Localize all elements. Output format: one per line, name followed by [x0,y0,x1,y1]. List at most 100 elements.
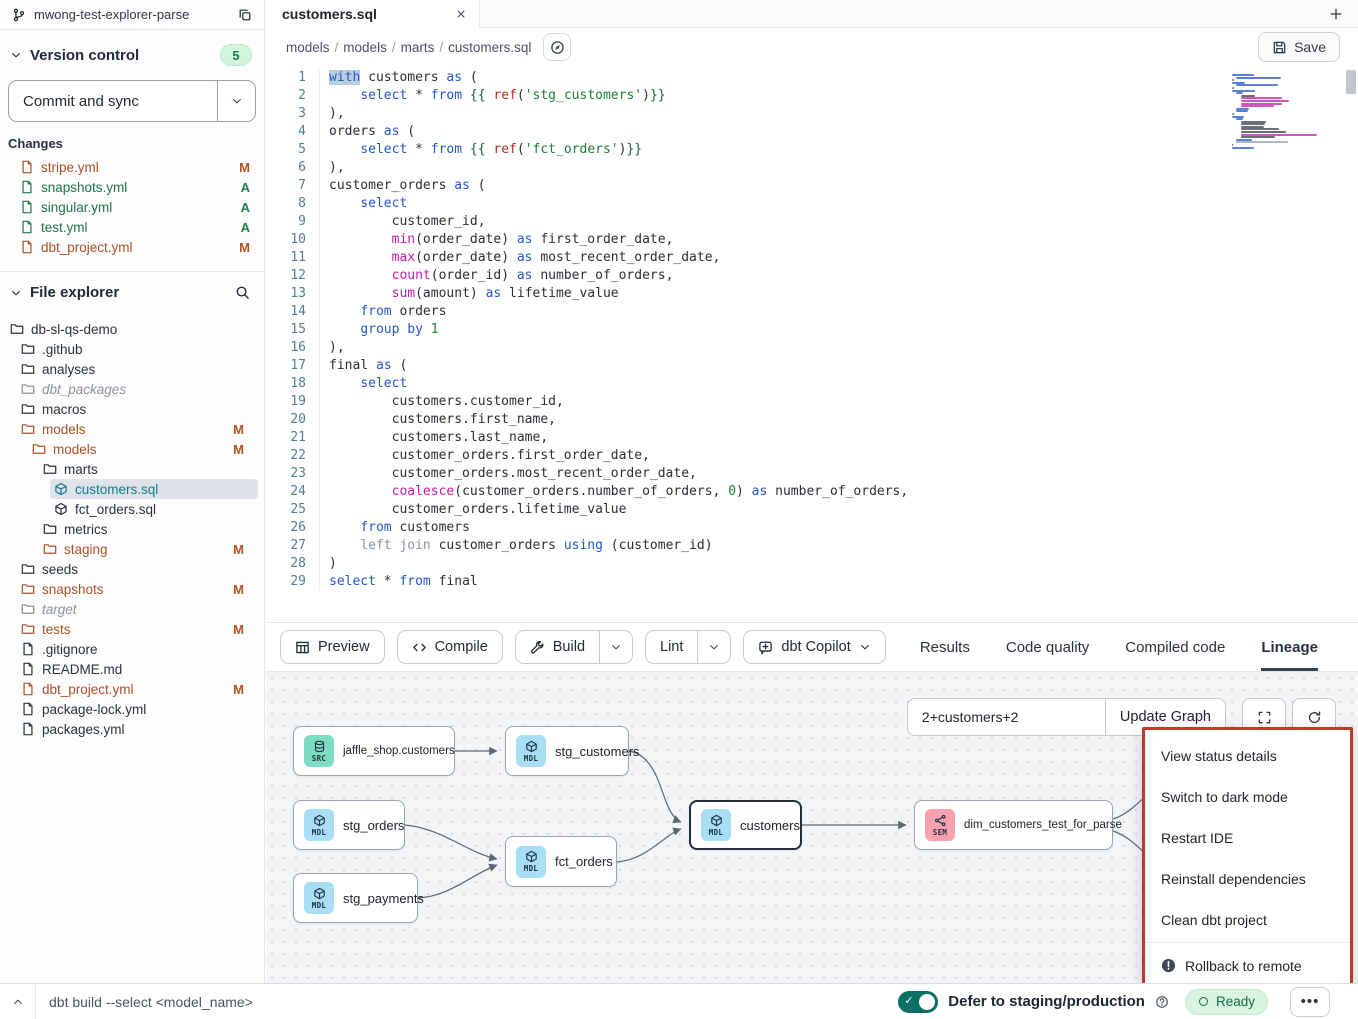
changed-file-row[interactable]: test.yml A [0,217,264,237]
panel-tab-compiled-code[interactable]: Compiled code [1125,623,1225,671]
change-status-badge: A [241,220,250,235]
line-number: 21 [266,429,306,447]
lineage-search-input[interactable] [907,698,1105,736]
expand-command-bar-button[interactable] [0,984,36,1019]
compile-button[interactable]: Compile [397,630,503,664]
tree-item-staging[interactable]: stagingM [39,539,258,559]
tree-item-macros[interactable]: macros [17,399,258,419]
code-editor[interactable]: 1234567891011121314151617181920212223242… [266,66,1358,622]
file-explorer-header[interactable]: File explorer [0,272,264,311]
breadcrumb-separator: / [330,40,344,55]
folder-icon [32,442,46,456]
close-icon[interactable] [455,8,467,20]
tree-item-fct-orders-sql[interactable]: fct_orders.sql [50,499,258,519]
lint-button[interactable]: Lint [646,631,697,663]
tree-item-target[interactable]: target [17,599,258,619]
changed-file-row[interactable]: snapshots.yml A [0,177,264,197]
tree-item-label: analyses [42,362,244,377]
tree-item-seeds[interactable]: seeds [17,559,258,579]
menu-item-reinstall-dependencies[interactable]: Reinstall dependencies [1145,858,1350,899]
tree-item-label: packages.yml [42,722,244,737]
lineage-node-stg_orders[interactable]: MDL stg_orders [293,800,405,850]
line-numbers: 1234567891011121314151617181920212223242… [266,69,320,591]
build-options-button[interactable] [599,631,632,663]
new-tab-button[interactable] [1314,0,1358,27]
tree-item-tests[interactable]: testsM [17,619,258,639]
tree-item-metrics[interactable]: metrics [39,519,258,539]
commit-and-sync-button[interactable]: Commit and sync [9,81,217,121]
file-icon [20,180,34,194]
panel-tab-lineage[interactable]: Lineage [1261,623,1318,671]
menu-item-view-status-details[interactable]: View status details [1145,735,1350,776]
lineage-node-customers[interactable]: MDL customers [689,800,802,850]
node-type-badge: MDL [304,809,334,841]
menu-item-restart-ide[interactable]: Restart IDE [1145,817,1350,858]
ready-label: Ready [1216,994,1255,1009]
code-line: ), [329,105,908,123]
chevron-down-icon [708,641,720,653]
commit-options-button[interactable] [217,81,255,121]
tree-item-package-lock-yml[interactable]: package-lock.yml [17,699,258,719]
panel-tab-results[interactable]: Results [920,623,970,671]
save-button[interactable]: Save [1258,32,1340,62]
breadcrumb-item[interactable]: customers.sql [448,40,531,55]
help-icon[interactable] [1155,995,1169,1009]
more-options-button[interactable]: ••• [1290,987,1330,1017]
search-icon[interactable] [235,285,250,300]
tree-item-dbt-project-yml[interactable]: dbt_project.ymlM [17,679,258,699]
breadcrumb-item[interactable]: models [343,40,387,55]
breadcrumb-item[interactable]: marts [401,40,435,55]
tree-item-analyses[interactable]: analyses [17,359,258,379]
changed-file-row[interactable]: stripe.yml M [0,157,264,177]
editor-minimap[interactable] [1232,74,1332,154]
version-control-header[interactable]: Version control 5 [0,30,264,76]
tree-item-snapshots[interactable]: snapshotsM [17,579,258,599]
tab-title: customers.sql [282,6,445,22]
editor-scrollbar[interactable] [1346,70,1356,94]
tree-item-packages-yml[interactable]: packages.yml [17,719,258,739]
dbt-copilot-button[interactable]: dbt Copilot [743,630,885,664]
tree-item-customers-sql[interactable]: customers.sql [50,479,258,499]
changed-file-row[interactable]: dbt_project.yml M [0,237,264,257]
navigate-button[interactable] [543,33,571,61]
copy-icon[interactable] [238,8,252,22]
defer-toggle[interactable]: ✓ [898,991,938,1013]
line-number: 26 [266,519,306,537]
file-icon [21,702,35,716]
lineage-node-stg_payments[interactable]: MDL stg_payments [293,873,418,923]
tree-item--gitignore[interactable]: .gitignore [17,639,258,659]
line-number: 6 [266,159,306,177]
node-type-label: MDL [709,828,723,837]
changed-file-name: stripe.yml [41,160,232,175]
preview-button[interactable]: Preview [280,630,385,664]
tree-item-dbt-packages[interactable]: dbt_packages [17,379,258,399]
menu-separator [1145,942,1350,943]
lineage-node-stg_customers[interactable]: MDL stg_customers [505,726,629,776]
code-line: with customers as ( [329,69,908,87]
node-type-label: MDL [312,828,326,837]
lint-options-button[interactable] [697,631,730,663]
tree-item-readme-md[interactable]: README.md [17,659,258,679]
node-type-label: MDL [312,901,326,910]
panel-tab-code-quality[interactable]: Code quality [1006,623,1089,671]
breadcrumb-item[interactable]: models [286,40,330,55]
lineage-node-fct_orders[interactable]: MDL fct_orders [505,836,617,887]
menu-item-rollback-to-remote[interactable]: Rollback to remote [1145,945,1350,986]
tree-item--github[interactable]: .github [17,339,258,359]
lineage-node-jaffle_shop.customers[interactable]: SRC jaffle_shop.customers [293,726,455,776]
lineage-node-dim_customers_test_for_parse[interactable]: SEM dim_customers_test_for_parse [914,800,1113,850]
command-placeholder[interactable]: dbt build --select <model_name> [36,994,898,1010]
tree-item-marts[interactable]: marts [39,459,258,479]
menu-item-switch-to-dark-mode[interactable]: Switch to dark mode [1145,776,1350,817]
menu-item-clean-dbt-project[interactable]: Clean dbt project [1145,899,1350,940]
tree-item-db-sl-qs-demo[interactable]: db-sl-qs-demo [6,319,258,339]
changed-file-row[interactable]: singular.yml A [0,197,264,217]
tree-item-models[interactable]: modelsM [28,439,258,459]
changes-label: Changes [0,136,264,157]
tree-item-label: target [42,602,244,617]
tab-customers-sql[interactable]: customers.sql [266,0,480,28]
tree-item-models[interactable]: modelsM [17,419,258,439]
line-number: 5 [266,141,306,159]
build-button[interactable]: Build [516,631,599,663]
line-number: 19 [266,393,306,411]
